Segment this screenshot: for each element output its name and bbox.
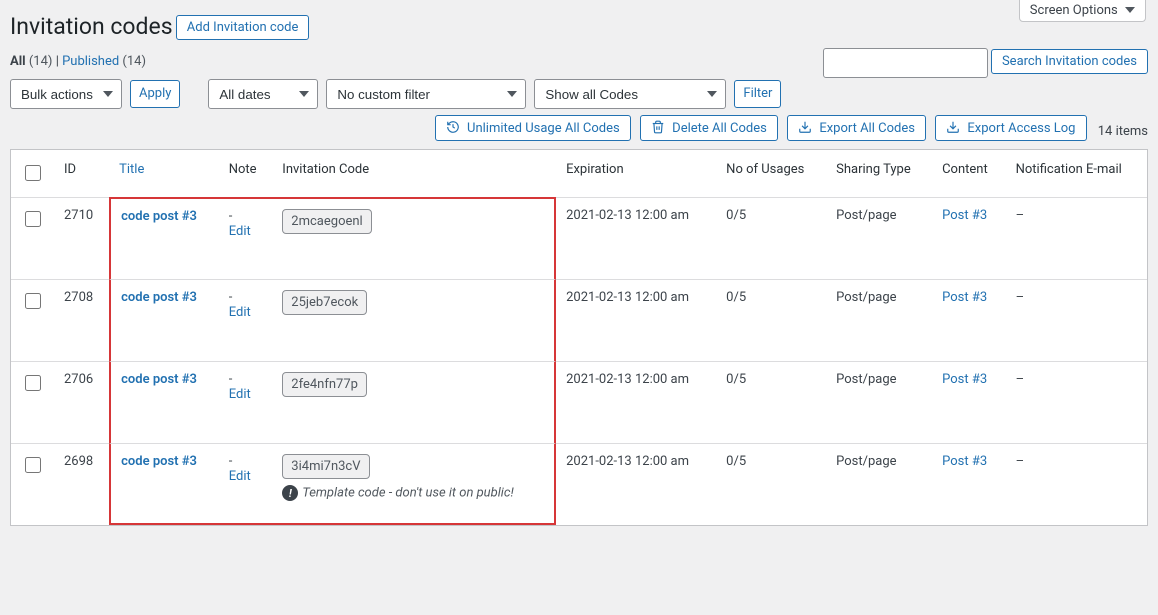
- cell-title: code post #3: [109, 279, 219, 361]
- cell-usages: 0/5: [716, 279, 826, 361]
- cell-expiration: 2021-02-13 12:00 am: [556, 443, 716, 525]
- download-icon: [798, 120, 812, 134]
- cell-email: –: [1006, 197, 1147, 279]
- template-warning: !Template code - don't use it on public!: [282, 485, 544, 501]
- cell-expiration: 2021-02-13 12:00 am: [556, 361, 716, 443]
- edit-link[interactable]: Edit: [229, 224, 251, 239]
- cell-sharing: Post/page: [826, 197, 932, 279]
- search-button[interactable]: Search Invitation codes: [991, 49, 1148, 74]
- cell-email: –: [1006, 443, 1147, 525]
- title-link[interactable]: code post #3: [121, 454, 197, 469]
- cell-id: 2698: [54, 443, 109, 525]
- table-row: 2708 code post #3 -Edit 25jeb7ecok 2021-02-1…: [11, 279, 1147, 361]
- select-all-checkbox[interactable]: [25, 165, 41, 181]
- page-title: Invitation codes: [10, 4, 173, 44]
- cell-id: 2710: [54, 197, 109, 279]
- cell-content: Post #3: [932, 279, 1006, 361]
- export-all-codes-button[interactable]: Export All Codes: [787, 115, 926, 141]
- edit-link[interactable]: Edit: [229, 305, 251, 320]
- cell-title: code post #3: [109, 197, 219, 279]
- table-row: 2698 code post #3 -Edit 3i4mi7n3cV !Template…: [11, 443, 1147, 525]
- edit-link[interactable]: Edit: [229, 387, 251, 402]
- col-content: Content: [932, 150, 1006, 197]
- cell-code: 2fe4nfn77p: [272, 361, 556, 443]
- cell-sharing: Post/page: [826, 279, 932, 361]
- edit-link[interactable]: Edit: [229, 469, 251, 484]
- cell-code: 3i4mi7n3cV !Template code - don't use it …: [272, 443, 556, 525]
- col-usages: No of Usages: [716, 150, 826, 197]
- table-row: 2710 code post #3 -Edit 2mcaegoenl 2021-02-1…: [11, 197, 1147, 279]
- apply-button[interactable]: Apply: [130, 80, 180, 108]
- warning-icon: !: [282, 485, 298, 501]
- code-pill[interactable]: 2mcaegoenl: [282, 209, 371, 234]
- download-icon: [946, 120, 960, 134]
- content-link[interactable]: Post #3: [942, 290, 987, 305]
- col-expiration: Expiration: [556, 150, 716, 197]
- content-link[interactable]: Post #3: [942, 454, 987, 469]
- cell-email: –: [1006, 279, 1147, 361]
- cell-code: 25jeb7ecok: [272, 279, 556, 361]
- cell-expiration: 2021-02-13 12:00 am: [556, 197, 716, 279]
- cell-usages: 0/5: [716, 361, 826, 443]
- cell-note: -Edit: [219, 361, 273, 443]
- show-codes-select[interactable]: Show all Codes: [534, 79, 726, 109]
- chevron-down-icon: [1125, 7, 1135, 13]
- view-all-count: (14): [29, 54, 53, 69]
- codes-table: ID Title Note Invitation Code Expiration…: [10, 149, 1148, 526]
- search-input[interactable]: [823, 48, 988, 78]
- cell-content: Post #3: [932, 197, 1006, 279]
- col-id: ID: [54, 150, 109, 197]
- trash-icon: [651, 120, 665, 134]
- col-sharing: Sharing Type: [826, 150, 932, 197]
- unlimited-usage-button[interactable]: Unlimited Usage All Codes: [435, 115, 631, 141]
- dates-filter-select[interactable]: All dates: [208, 79, 318, 109]
- filter-button[interactable]: Filter: [734, 80, 781, 108]
- cell-id: 2708: [54, 279, 109, 361]
- cell-sharing: Post/page: [826, 443, 932, 525]
- cell-note: -Edit: [219, 279, 273, 361]
- row-checkbox[interactable]: [25, 457, 41, 473]
- cell-code: 2mcaegoenl: [272, 197, 556, 279]
- cell-title: code post #3: [109, 443, 219, 525]
- cell-note: -Edit: [219, 443, 273, 525]
- col-note: Note: [219, 150, 273, 197]
- code-pill[interactable]: 25jeb7ecok: [282, 290, 367, 315]
- add-invitation-code-button[interactable]: Add Invitation code: [176, 15, 310, 40]
- title-link[interactable]: code post #3: [121, 209, 197, 224]
- row-checkbox[interactable]: [25, 211, 41, 227]
- cell-id: 2706: [54, 361, 109, 443]
- view-published-link[interactable]: Published (14): [62, 54, 146, 69]
- custom-filter-select[interactable]: No custom filter: [326, 79, 526, 109]
- row-checkbox[interactable]: [25, 375, 41, 391]
- content-link[interactable]: Post #3: [942, 372, 987, 387]
- col-title[interactable]: Title: [109, 150, 219, 197]
- code-pill[interactable]: 2fe4nfn77p: [282, 372, 367, 397]
- cell-title: code post #3: [109, 361, 219, 443]
- delete-all-codes-button[interactable]: Delete All Codes: [640, 115, 778, 141]
- export-access-log-button[interactable]: Export Access Log: [935, 115, 1086, 141]
- table-row: 2706 code post #3 -Edit 2fe4nfn77p 2021-02-1…: [11, 361, 1147, 443]
- cell-content: Post #3: [932, 361, 1006, 443]
- col-code: Invitation Code: [272, 150, 556, 197]
- history-icon: [446, 120, 460, 134]
- cell-note: -Edit: [219, 197, 273, 279]
- cell-sharing: Post/page: [826, 361, 932, 443]
- cell-usages: 0/5: [716, 443, 826, 525]
- row-checkbox[interactable]: [25, 293, 41, 309]
- cell-email: –: [1006, 361, 1147, 443]
- view-all-label: All: [10, 54, 26, 69]
- bulk-actions-select[interactable]: Bulk actions: [10, 79, 122, 109]
- content-link[interactable]: Post #3: [942, 208, 987, 223]
- cell-expiration: 2021-02-13 12:00 am: [556, 279, 716, 361]
- code-pill[interactable]: 3i4mi7n3cV: [282, 454, 369, 479]
- col-email: Notification E-mail: [1006, 150, 1147, 197]
- screen-options-toggle[interactable]: Screen Options: [1019, 0, 1146, 22]
- title-link[interactable]: code post #3: [121, 290, 197, 305]
- cell-content: Post #3: [932, 443, 1006, 525]
- title-link[interactable]: code post #3: [121, 372, 197, 387]
- items-count: 14 items: [1098, 124, 1148, 139]
- cell-usages: 0/5: [716, 197, 826, 279]
- screen-options-label: Screen Options: [1030, 3, 1118, 18]
